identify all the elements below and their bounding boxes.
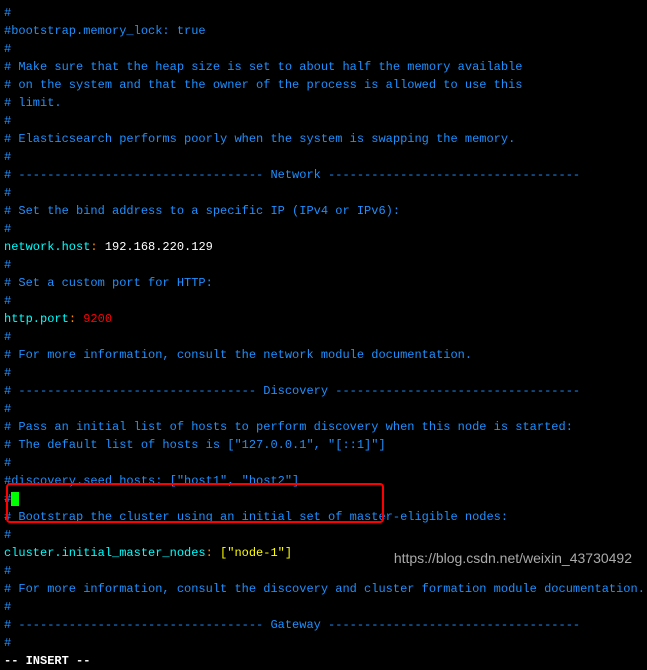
config-line: # on the system and that the owner of th… [4, 76, 643, 94]
config-colon: : [90, 240, 97, 254]
config-value: 192.168.220.129 [98, 240, 213, 254]
config-line: # [4, 400, 643, 418]
config-value: 9200 [76, 312, 112, 326]
config-line: # [4, 40, 643, 58]
cursor-line: # [4, 490, 643, 508]
config-line: # [4, 220, 643, 238]
config-line: #bootstrap.memory_lock: true [4, 22, 643, 40]
config-line: # For more information, consult the netw… [4, 346, 643, 364]
config-line: # Bootstrap the cluster using an initial… [4, 508, 643, 526]
section-header-gateway: # ---------------------------------- Gat… [4, 616, 643, 634]
config-line: # [4, 328, 643, 346]
section-header-discovery: # --------------------------------- Disc… [4, 382, 643, 400]
config-line: # Set the bind address to a specific IP … [4, 202, 643, 220]
config-line: # [4, 184, 643, 202]
config-key: http.port [4, 312, 69, 326]
section-header-network: # ---------------------------------- Net… [4, 166, 643, 184]
config-line: # [4, 598, 643, 616]
config-key: network.host [4, 240, 90, 254]
config-line: # [4, 292, 643, 310]
cursor-icon [11, 492, 19, 506]
network-host-setting: network.host: 192.168.220.129 [4, 238, 643, 256]
config-line: # [4, 112, 643, 130]
config-line: # [4, 148, 643, 166]
vim-mode-indicator: -- INSERT -- [4, 652, 643, 670]
config-line: # Make sure that the heap size is set to… [4, 58, 643, 76]
config-key: cluster.initial_master_nodes [4, 546, 206, 560]
config-line: # [4, 454, 643, 472]
config-line: # [4, 4, 643, 22]
config-line: # Pass an initial list of hosts to perfo… [4, 418, 643, 436]
config-line: # limit. [4, 94, 643, 112]
config-line: # [4, 526, 643, 544]
cluster-initial-master-nodes-setting: cluster.initial_master_nodes: ["node-1"] [4, 544, 643, 562]
config-line: # The default list of hosts is ["127.0.0… [4, 436, 643, 454]
config-line: #discovery.seed_hosts: ["host1", "host2"… [4, 472, 643, 490]
config-colon: : [206, 546, 213, 560]
config-value: ["node-1"] [213, 546, 292, 560]
config-line: # Elasticsearch performs poorly when the… [4, 130, 643, 148]
config-line: # [4, 364, 643, 382]
config-line: # For more information, consult the disc… [4, 580, 643, 598]
config-line: # [4, 256, 643, 274]
config-colon: : [69, 312, 76, 326]
http-port-setting: http.port: 9200 [4, 310, 643, 328]
config-line: # [4, 634, 643, 652]
config-line: # Set a custom port for HTTP: [4, 274, 643, 292]
config-line: # [4, 562, 643, 580]
hash: # [4, 492, 11, 506]
terminal-editor[interactable]: # #bootstrap.memory_lock: true # # Make … [4, 4, 643, 575]
